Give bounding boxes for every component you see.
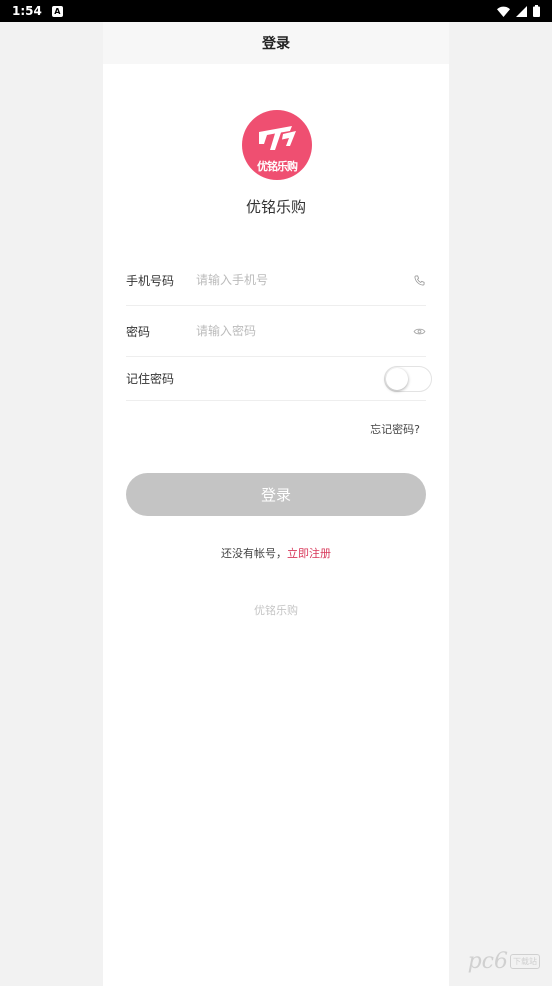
battery-icon [533,5,540,17]
password-label: 密码 [126,324,151,339]
register-line: 还没有帐号，立即注册 [103,545,449,561]
toggle-knob [386,368,408,390]
phone-input[interactable] [196,273,412,287]
status-bar: 1:54 A [0,0,552,22]
watermark-sub: 下载站 [510,954,540,969]
remember-label: 记住密码 [126,372,175,386]
app-notification-icon: A [51,5,63,17]
app-logo: 优铭乐购 [242,110,312,180]
register-link[interactable]: 立即注册 [287,547,331,560]
watermark-mark: pc6 [467,949,508,974]
remember-row: 记住密码 [126,357,432,401]
phone-label: 手机号码 [126,273,175,288]
logo-text: 优铭乐购 [257,160,298,173]
signal-icon [516,5,527,17]
eye-icon[interactable] [412,324,426,338]
watermark: pc6 下载站 [468,949,540,974]
password-input[interactable] [196,324,412,338]
title-bar: 登录 [103,22,449,64]
password-row: 密码 [126,306,426,357]
login-button[interactable]: 登录 [126,473,426,516]
wifi-icon [497,6,510,17]
login-form: 手机号码 密码 记住密码 [126,255,432,401]
phone-row: 手机号码 [126,255,426,306]
page-title: 登录 [262,36,290,52]
status-time: 1:54 [12,4,42,18]
register-prompt: 还没有帐号， [221,547,287,560]
phone-icon [412,273,426,287]
remember-toggle[interactable] [384,366,432,392]
app-name: 优铭乐购 [245,198,306,216]
footer-app-name: 优铭乐购 [254,604,298,617]
app-screen: 登录 优铭乐购 优铭乐购 手机号码 密码 记住密码 [103,22,449,986]
forgot-password-link[interactable]: 忘记密码? [370,421,420,437]
